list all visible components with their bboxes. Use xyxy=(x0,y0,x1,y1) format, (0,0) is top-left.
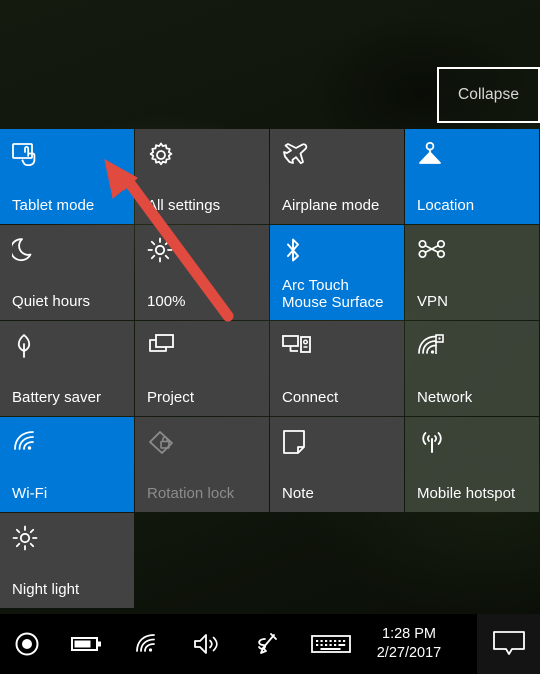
tile-label: Wi-Fi xyxy=(12,485,48,502)
battery-icon[interactable] xyxy=(64,614,110,674)
tile-label: Tablet mode xyxy=(12,197,95,214)
tile-label: Night light xyxy=(12,581,80,598)
tile-mobile-hotspot[interactable]: Mobile hotspot xyxy=(405,417,539,512)
tile-quiet-hours[interactable]: Quiet hours xyxy=(0,225,134,320)
hotspot-icon xyxy=(417,429,529,459)
record-icon[interactable] xyxy=(4,614,50,674)
network-icon xyxy=(417,333,529,363)
gear-icon xyxy=(147,141,259,171)
tile-label: Airplane mode xyxy=(282,197,380,214)
system-tray-icons xyxy=(0,614,358,674)
tile-label: Note xyxy=(282,485,314,502)
screen: Collapse Tablet mode All settings Airplane… xyxy=(0,0,540,674)
tile-project[interactable]: Project xyxy=(135,321,269,416)
tile-battery-saver[interactable]: Battery saver xyxy=(0,321,134,416)
tile-label: Arc Touch Mouse Surface xyxy=(282,277,384,311)
moon-icon xyxy=(12,237,124,267)
clock-date: 2/27/2017 xyxy=(376,645,442,661)
brightness-icon xyxy=(147,237,259,267)
wifi-icon[interactable] xyxy=(124,614,170,674)
tile-label: Network xyxy=(417,389,473,406)
taskbar: 1:28 PM 2/27/2017 xyxy=(0,614,540,674)
tile-label: Location xyxy=(417,197,475,214)
tile-100[interactable]: 100% xyxy=(135,225,269,320)
tile-label: 100% xyxy=(147,293,186,310)
vpn-icon xyxy=(417,237,529,267)
tile-rotation-lock: Rotation lock xyxy=(135,417,269,512)
tile-location[interactable]: Location xyxy=(405,129,539,224)
quick-action-tile-grid: Tablet mode All settings Airplane mode Loca… xyxy=(0,129,540,608)
tile-label: Mobile hotspot xyxy=(417,485,516,502)
connect-icon xyxy=(282,333,394,363)
bluetooth-icon xyxy=(282,237,394,267)
tile-label: Connect xyxy=(282,389,339,406)
tile-label: Rotation lock xyxy=(147,485,235,502)
tile-label: Battery saver xyxy=(12,389,102,406)
rotation-lock-icon xyxy=(147,429,259,459)
tile-label: VPN xyxy=(417,293,448,310)
night-light-icon xyxy=(12,525,124,555)
tile-arc-touch-mouse-surface[interactable]: Arc Touch Mouse Surface xyxy=(270,225,404,320)
tile-label: Quiet hours xyxy=(12,293,91,310)
tile-note[interactable]: Note xyxy=(270,417,404,512)
taskbar-clock[interactable]: 1:28 PM 2/27/2017 xyxy=(366,614,452,674)
tile-airplane-mode[interactable]: Airplane mode xyxy=(270,129,404,224)
location-icon xyxy=(417,141,529,171)
tile-wi-fi[interactable]: Wi-Fi xyxy=(0,417,134,512)
collapse-button[interactable]: Collapse xyxy=(437,67,540,123)
tile-network[interactable]: Network xyxy=(405,321,539,416)
volume-icon[interactable] xyxy=(184,614,230,674)
tile-label: Project xyxy=(147,389,195,406)
project-icon xyxy=(147,333,259,363)
notification-icon xyxy=(492,631,525,655)
leaf-icon xyxy=(12,333,124,363)
tile-vpn[interactable]: VPN xyxy=(405,225,539,320)
action-center-panel: Collapse Tablet mode All settings Airplane… xyxy=(0,0,540,614)
pen-icon[interactable] xyxy=(244,614,290,674)
tile-all-settings[interactable]: All settings xyxy=(135,129,269,224)
action-center-tray-button[interactable] xyxy=(477,614,540,674)
tile-connect[interactable]: Connect xyxy=(270,321,404,416)
tile-label: All settings xyxy=(147,197,221,214)
airplane-icon xyxy=(282,141,394,171)
wifi-icon xyxy=(12,429,124,459)
tablet-mode-icon xyxy=(12,141,124,171)
tile-night-light[interactable]: Night light xyxy=(0,513,134,608)
tile-tablet-mode[interactable]: Tablet mode xyxy=(0,129,134,224)
clock-time: 1:28 PM xyxy=(382,626,436,642)
note-icon xyxy=(282,429,394,459)
keyboard-icon[interactable] xyxy=(304,614,358,674)
